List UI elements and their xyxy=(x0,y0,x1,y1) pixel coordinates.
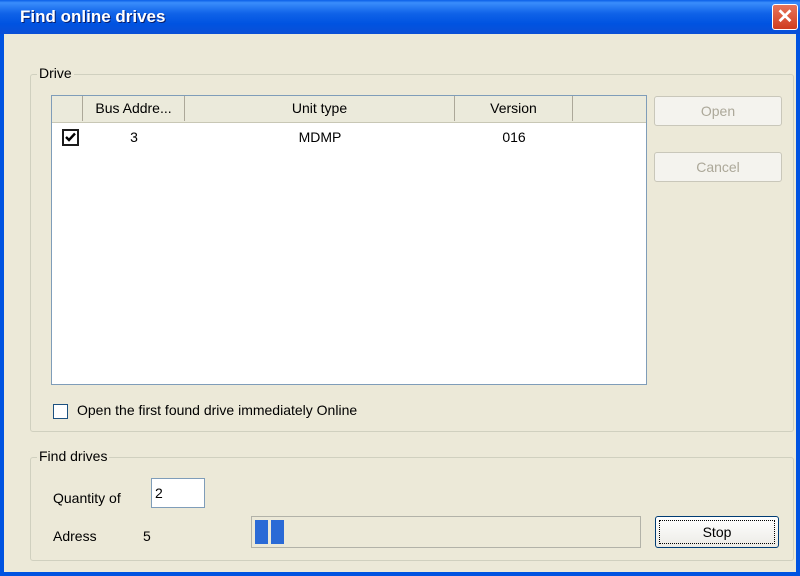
drive-group-label: Drive xyxy=(37,65,74,81)
open-button-label: Open xyxy=(700,103,736,119)
column-header-unit-type[interactable]: Unit type xyxy=(185,96,455,121)
find-online-drives-dialog: Find online drives ✕ Drive Bus Addre... … xyxy=(0,0,800,576)
search-progress-bar xyxy=(251,516,641,548)
progress-block xyxy=(271,520,284,544)
column-header-check[interactable] xyxy=(52,96,83,121)
title-bar[interactable]: Find online drives ✕ xyxy=(0,0,800,34)
open-first-checkbox[interactable] xyxy=(53,404,68,419)
open-button[interactable]: Open xyxy=(654,96,782,126)
cell-version: 016 xyxy=(502,129,526,145)
column-header-version[interactable]: Version xyxy=(455,96,573,121)
column-header-bus-address[interactable]: Bus Addre... xyxy=(83,96,185,121)
close-icon[interactable]: ✕ xyxy=(772,4,798,30)
checkmark-icon xyxy=(65,132,76,142)
stop-button[interactable]: Stop xyxy=(655,516,779,548)
drive-groupbox: Drive Bus Addre... Unit type Version 3 M… xyxy=(30,65,794,432)
quantity-label: Quantity of xyxy=(53,490,121,506)
table-row[interactable]: 3 MDMP 016 xyxy=(52,126,646,148)
find-drives-group-label: Find drives xyxy=(37,448,110,464)
focus-rect xyxy=(659,520,775,544)
column-header-empty[interactable] xyxy=(573,96,646,121)
drive-list[interactable]: Bus Addre... Unit type Version 3 MDMP 01… xyxy=(51,95,647,385)
window-title: Find online drives xyxy=(20,7,166,26)
address-label: Adress xyxy=(53,528,97,544)
cancel-button[interactable]: Cancel xyxy=(654,152,782,182)
cancel-button-label: Cancel xyxy=(696,159,740,175)
address-value: 5 xyxy=(143,528,151,544)
cell-bus-address: 3 xyxy=(130,129,138,145)
cell-unit-type: MDMP xyxy=(298,129,342,145)
list-header: Bus Addre... Unit type Version xyxy=(52,96,646,123)
open-first-label[interactable]: Open the first found drive immediately O… xyxy=(77,402,357,418)
row-checkbox[interactable] xyxy=(62,129,79,146)
progress-block xyxy=(255,520,268,544)
quantity-input[interactable]: 2 xyxy=(151,478,205,508)
find-drives-groupbox: Find drives Quantity of 2 Adress 5 Stop xyxy=(30,448,794,561)
